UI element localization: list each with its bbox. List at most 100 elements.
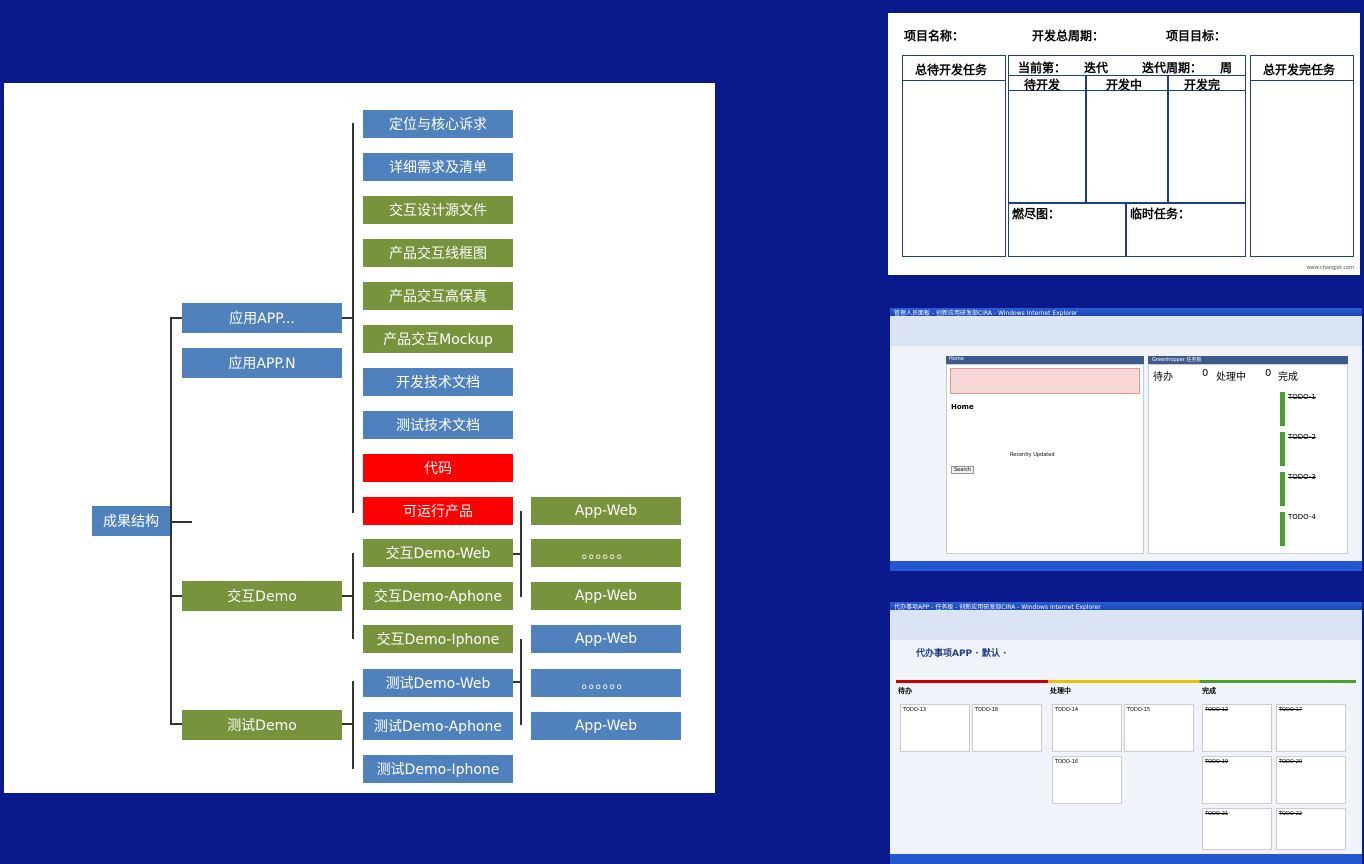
node-runnable: 可运行产品	[363, 497, 513, 525]
col-doing-count: 0	[1265, 368, 1272, 379]
node-test-aphone: 测试Demo-Aphone	[363, 712, 513, 740]
card-key: TODO-15	[1127, 707, 1151, 713]
connector	[342, 723, 354, 725]
done-total-label: 总开发完任务	[1263, 63, 1336, 77]
node-requirements: 详细需求及清单	[363, 153, 513, 181]
col-doing: 处理中	[1216, 372, 1246, 383]
card-key: TODO-18	[975, 707, 999, 713]
taskbar	[890, 854, 1362, 864]
iter-label: 迭代	[1084, 61, 1109, 75]
root-node: 成果结构	[92, 506, 170, 536]
connector	[342, 595, 354, 597]
doing-label: 开发中	[1106, 78, 1143, 92]
node-test-web-appweb2: App-Web	[531, 712, 681, 740]
card[interactable]: TODO-18	[972, 704, 1042, 752]
col-todo: 待办	[1153, 372, 1173, 383]
footer-url: www.changjet.com	[1306, 265, 1354, 271]
done-label: 开发完	[1184, 78, 1221, 92]
week-label: 周	[1220, 61, 1233, 75]
card-key: TODO-19	[1205, 759, 1229, 765]
node-demo-web: 交互Demo-Web	[363, 539, 513, 567]
connector	[352, 681, 354, 769]
card-key: TODO-21	[1205, 811, 1229, 817]
window-titlebar: 代办事项APP - 任务板 - 创新应用研发部CIRA - Windows In…	[890, 602, 1362, 611]
node-app-n: 应用APP.N	[182, 348, 342, 378]
card-key: TODO-13	[903, 707, 927, 713]
jira-board-screenshot: 代办事项APP - 任务板 - 创新应用研发部CIRA - Windows In…	[890, 602, 1362, 864]
col-todo-count: 0	[1202, 368, 1209, 379]
card-todo-1[interactable]: TODO-1	[1288, 393, 1316, 401]
card[interactable]: TODO-22	[1276, 808, 1346, 850]
board-panel	[1148, 364, 1348, 554]
home-panel-header	[946, 356, 1144, 364]
dev-period-label: 开发总周期：	[1032, 29, 1105, 43]
node-test-doc: 测试技术文档	[363, 411, 513, 439]
jira-home-screenshot: 管理人员面板 - 创新应用研发部CIRA - Windows Internet …	[890, 308, 1362, 571]
card[interactable]: TODO-12	[1202, 704, 1272, 752]
card-key: TODO-20	[1279, 759, 1303, 765]
card[interactable]: TODO-13	[900, 704, 970, 752]
node-wireframe: 产品交互线框图	[363, 239, 513, 267]
node-demo-aphone: 交互Demo-Aphone	[363, 582, 513, 610]
col-done: 完成	[1278, 372, 1298, 383]
col-done: 完成	[1202, 687, 1216, 695]
kanban-template: 项目名称： 开发总周期： 项目目标： 总待开发任务 当前第： 迭代 迭代周期： …	[888, 13, 1360, 275]
todo-label: 待开发	[1024, 78, 1061, 92]
card[interactable]: TODO-14	[1052, 704, 1122, 752]
window-titlebar: 管理人员面板 - 创新应用研发部CIRA - Windows Internet …	[890, 308, 1362, 317]
node-design-source: 交互设计源文件	[363, 196, 513, 224]
connector	[170, 595, 182, 597]
card-bar	[1280, 392, 1285, 426]
done-column	[1168, 75, 1246, 203]
pending-total-column	[902, 55, 1006, 257]
card-bar	[1280, 432, 1285, 466]
node-demo-iphone: 交互Demo-Iphone	[363, 625, 513, 653]
node-mockup: 产品交互Mockup	[363, 325, 513, 353]
card[interactable]: TODO-21	[1202, 808, 1272, 850]
node-hifi: 产品交互高保真	[363, 282, 513, 310]
card[interactable]: TODO-17	[1276, 704, 1346, 752]
card-key: TODO-22	[1279, 811, 1303, 817]
recently-updated: Recently Updated	[1010, 452, 1055, 458]
col-doing: 处理中	[1050, 687, 1071, 695]
iter-period-label: 迭代周期：	[1142, 61, 1203, 75]
browser-toolbar	[890, 610, 1362, 640]
connector	[342, 317, 354, 319]
card[interactable]: TODO-15	[1124, 704, 1194, 752]
current-iter-label: 当前第：	[1018, 61, 1067, 75]
burndown-label: 燃尽图：	[1012, 207, 1061, 221]
node-positioning: 定位与核心诉求	[363, 110, 513, 138]
node-test: 测试Demo	[182, 710, 342, 740]
card[interactable]: TODO-19	[1202, 756, 1272, 804]
project-name-label: 项目名称：	[904, 29, 965, 43]
project-goal-label: 项目目标：	[1166, 29, 1227, 43]
card-todo-3[interactable]: TODO-3	[1288, 473, 1316, 481]
col-todo: 待办	[898, 687, 912, 695]
home-header: Home	[949, 356, 964, 362]
node-app: 应用APP...	[182, 303, 342, 333]
home-title: Home	[951, 403, 974, 411]
taskbar	[890, 561, 1362, 571]
todo-column	[1008, 75, 1086, 203]
card[interactable]: TODO-16	[1052, 756, 1122, 804]
status-strip	[896, 680, 1356, 683]
node-dev-doc: 开发技术文档	[363, 368, 513, 396]
node-code: 代码	[363, 454, 513, 482]
node-test-iphone: 测试Demo-Iphone	[363, 755, 513, 783]
node-demo-web-dots: 。。。。。。	[531, 539, 681, 567]
card[interactable]: TODO-20	[1276, 756, 1346, 804]
card-key: TODO-16	[1055, 759, 1079, 765]
card-key: TODO-17	[1279, 707, 1303, 713]
node-run-appweb: App-Web	[531, 497, 681, 525]
connector	[170, 317, 182, 319]
org-diagram-panel: 成果结构 应用APP... 应用APP.N 交互Demo 测试Demo 定位与核…	[4, 83, 715, 793]
card-bar	[1280, 472, 1285, 506]
node-test-web-appweb1: App-Web	[531, 625, 681, 653]
card-todo-2[interactable]: TODO-2	[1288, 433, 1316, 441]
card-todo-4[interactable]: TODO-4	[1288, 513, 1316, 521]
error-banner	[950, 368, 1140, 394]
pending-total-label: 总待开发任务	[915, 63, 988, 77]
browser-toolbar	[890, 316, 1362, 346]
search-button[interactable]: Search	[951, 466, 975, 474]
card-key: TODO-14	[1055, 707, 1079, 713]
